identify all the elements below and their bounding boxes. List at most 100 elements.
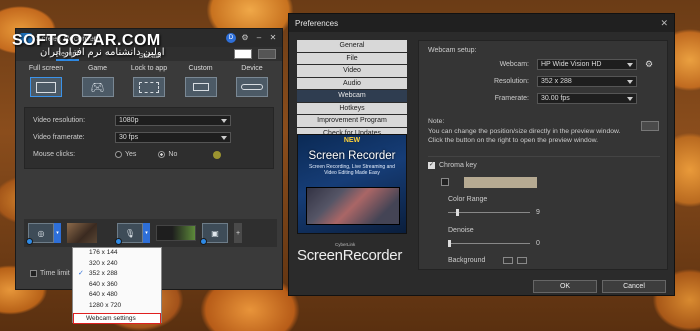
settings-gear-icon[interactable]: ⚙ <box>240 33 250 43</box>
cancel-button[interactable]: Cancel <box>602 280 666 293</box>
brand-product: ScreenRecorder <box>297 247 403 264</box>
nav-item-audio[interactable]: Audio <box>297 77 407 89</box>
time-limit-checkbox[interactable]: Time limit <box>30 270 70 277</box>
background-image-icon[interactable] <box>503 257 513 264</box>
nav-item-hotkeys[interactable]: Hotkeys <box>297 102 407 114</box>
chroma-key-label: Chroma key <box>439 162 477 169</box>
color-range-label: Color Range <box>448 196 488 203</box>
resolution-select[interactable]: 1080p <box>115 115 231 126</box>
menu-item-resolution[interactable]: 176 x 144 <box>73 248 161 259</box>
device-strip: ◎ ▾ 🎙︎ ▾ ▣ + <box>24 219 277 247</box>
time-limit-label: Time limit <box>40 270 70 277</box>
framerate-select[interactable]: 30 fps <box>115 132 231 143</box>
denoise-label: Denoise <box>448 227 474 234</box>
background-label: Background <box>448 257 486 264</box>
mouse-clicks-label: Mouse clicks: <box>33 151 76 158</box>
mouse-clicks-yes-radio[interactable]: Yes <box>115 151 136 158</box>
custom-area-icon[interactable] <box>184 77 217 97</box>
divider <box>428 156 660 157</box>
nav-item-video[interactable]: Video <box>297 65 407 77</box>
device-icon[interactable] <box>236 77 268 97</box>
close-icon[interactable]: ✕ <box>660 18 668 29</box>
add-source-button[interactable]: + <box>234 223 242 243</box>
denoise-slider[interactable] <box>448 240 530 247</box>
nav-item-webcam[interactable]: Webcam <box>297 90 407 102</box>
eyedropper-icon[interactable] <box>441 178 449 186</box>
background-blur-icon[interactable] <box>517 257 527 264</box>
nav-item-general[interactable]: General <box>297 40 407 52</box>
gamepad-icon[interactable]: 🎮︎ <box>81 77 114 97</box>
menu-item-resolution[interactable]: 640 x 480 <box>73 290 161 301</box>
enabled-check-icon <box>26 238 33 245</box>
mouse-clicks-no-radio[interactable]: No <box>158 151 177 158</box>
webcam-settings-gear-icon[interactable]: ⚙ <box>645 59 653 70</box>
ok-button[interactable]: OK <box>533 280 597 293</box>
capture-mode-row: Full screen Game 🎮︎ Lock to app Custom D… <box>16 61 282 97</box>
account-badge[interactable]: D <box>226 33 236 43</box>
open-preview-button[interactable] <box>641 121 659 131</box>
promo-banner[interactable]: NEW Screen Recorder Screen Recording, Li… <box>297 134 407 234</box>
record-mode-icon[interactable] <box>234 49 252 59</box>
slider-thumb[interactable] <box>456 209 460 216</box>
minimize-icon[interactable]: – <box>254 33 264 43</box>
chroma-key-checkbox[interactable]: ✓ Chroma key <box>428 162 477 169</box>
menu-item-resolution[interactable]: 320 x 240 <box>73 259 161 270</box>
framerate-row: Framerate: 30.00 fps <box>419 93 637 104</box>
preferences-titlebar: Preferences ✕ <box>289 14 674 32</box>
promo-new-label: NEW <box>343 137 361 144</box>
webcam-note: Note: You can change the position/size d… <box>428 118 621 144</box>
menu-item-resolution-selected[interactable]: 352 x 288 <box>73 269 161 280</box>
capture-game: Game 🎮︎ <box>76 65 120 97</box>
stream-mode-icon[interactable] <box>258 49 276 59</box>
enabled-check-icon <box>200 238 207 245</box>
slider-thumb[interactable] <box>448 240 451 247</box>
resolution-row: Resolution: 352 x 288 <box>419 76 637 87</box>
product-brand: CyberLink ScreenRecorder <box>297 242 407 264</box>
capture-fullscreen: Full screen <box>24 65 68 97</box>
webcam-resolution-menu: 176 x 144 320 x 240 352 x 288 640 x 360 … <box>72 247 162 324</box>
promo-subtitle: Screen Recording, Live Streaming and Vid… <box>309 164 395 176</box>
color-range-slider[interactable] <box>448 209 530 216</box>
framerate-label: Video framerate: <box>33 134 85 141</box>
radio-label: Yes <box>125 151 137 158</box>
capture-label: Device <box>241 65 263 72</box>
lock-to-app-icon[interactable] <box>133 77 165 97</box>
close-icon[interactable]: ✕ <box>268 33 278 43</box>
enabled-check-icon <box>115 238 122 245</box>
framerate-select[interactable]: 30.00 fps <box>537 93 637 104</box>
promo-title: Screen Recorder <box>308 150 396 162</box>
capture-label: Full screen <box>28 65 64 72</box>
denoise-value: 0 <box>536 240 540 247</box>
microphone-dropdown-arrow[interactable]: ▾ <box>143 223 150 243</box>
system-audio-toggle-button[interactable]: ▣ <box>200 223 228 245</box>
section-title: Webcam setup: <box>428 47 477 54</box>
capture-custom: Custom <box>179 65 223 97</box>
webcam-dropdown-arrow[interactable]: ▾ <box>54 223 61 243</box>
chroma-color-swatch[interactable] <box>464 177 537 188</box>
menu-item-resolution[interactable]: 640 x 360 <box>73 280 161 291</box>
radio-off-icon <box>115 151 122 158</box>
click-color-icon[interactable] <box>213 150 222 159</box>
capture-lock-to-app: Lock to app <box>127 65 171 97</box>
video-settings-panel: Video resolution: 1080p Video framerate:… <box>24 107 274 169</box>
webcam-preview-thumbnail[interactable] <box>67 223 97 243</box>
menu-item-resolution[interactable]: 1280 x 720 <box>73 301 161 312</box>
microphone-toggle-button[interactable]: 🎙︎ <box>115 223 143 245</box>
color-range-value: 9 <box>536 209 540 216</box>
checkbox-icon <box>30 270 37 277</box>
webcam-row: Webcam: HP Wide Vision HD ⚙ <box>419 59 653 70</box>
radio-label: No <box>168 151 178 158</box>
preferences-title: Preferences <box>295 18 339 28</box>
webcam-select[interactable]: HP Wide Vision HD <box>537 59 637 70</box>
resolution-select[interactable]: 352 x 288 <box>537 76 637 87</box>
capture-label: Custom <box>188 65 213 72</box>
microphone-level-meter <box>156 225 196 241</box>
fullscreen-icon[interactable] <box>30 77 62 97</box>
webcam-toggle-button[interactable]: ◎ <box>26 223 54 245</box>
webcam-label: Webcam: <box>499 61 529 68</box>
watermark-subtitle: اولین دانشنامه نرم افزار ایران <box>40 47 165 58</box>
nav-item-improvement-program[interactable]: Improvement Program <box>297 115 407 127</box>
menu-item-webcam-settings[interactable]: Webcam settings <box>73 313 161 324</box>
nav-item-file[interactable]: File <box>297 52 407 64</box>
resolution-label: Video resolution: <box>33 117 86 124</box>
